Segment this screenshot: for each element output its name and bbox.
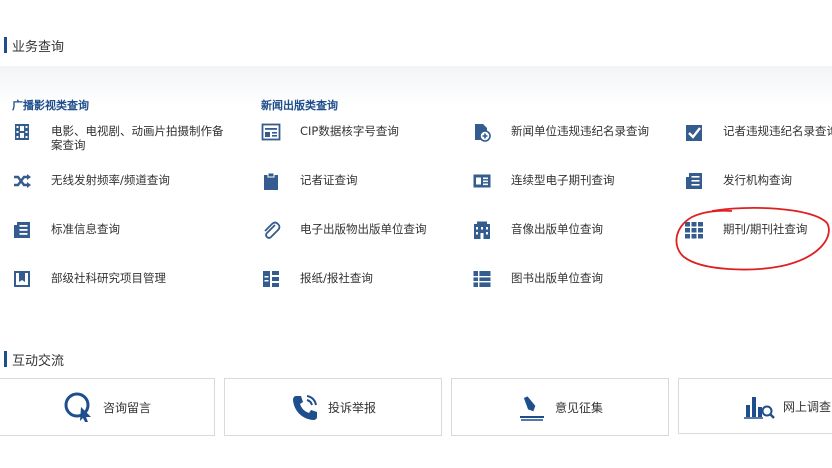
query-item-label: 电影、电视剧、动画片拍摄制作备案查询 bbox=[51, 124, 224, 152]
query-item-label: 记者证查询 bbox=[300, 173, 358, 187]
card-survey[interactable]: 网上调查 bbox=[678, 378, 832, 434]
query-item-audio-video[interactable]: 音像出版单位查询 bbox=[472, 220, 603, 240]
query-item-label: 新闻单位违规违纪名录查询 bbox=[511, 124, 649, 138]
checkbox-icon bbox=[686, 125, 702, 141]
query-item-distribution[interactable]: 发行机构查询 bbox=[684, 171, 792, 191]
query-item-news-violation[interactable]: 新闻单位违规违纪名录查询 bbox=[472, 122, 649, 142]
query-item-radio-frequency[interactable]: 无线发射频率/频道查询 bbox=[12, 171, 170, 191]
query-item-label: 期刊/期刊社查询 bbox=[723, 222, 808, 236]
card-feedback[interactable]: 意见征集 bbox=[451, 378, 669, 436]
query-item-book-publisher[interactable]: 图书出版单位查询 bbox=[472, 269, 603, 289]
card-icon bbox=[473, 174, 491, 188]
query-item-journalist-violation[interactable]: 记者违规违纪名录查询 bbox=[684, 122, 832, 142]
query-item-label: 发行机构查询 bbox=[723, 173, 792, 187]
clipboard-icon bbox=[264, 172, 278, 190]
query-item-e-journal[interactable]: 连续型电子期刊查询 bbox=[472, 171, 615, 191]
card-label: 咨询留言 bbox=[102, 400, 151, 415]
query-item-label: 记者违规违纪名录查询 bbox=[723, 124, 832, 138]
query-item-label: 报纸/报社查询 bbox=[300, 271, 373, 285]
paperclip-icon bbox=[264, 221, 281, 239]
section-accent-bar bbox=[4, 37, 7, 53]
category-broadcast-label: 广播影视类查询 bbox=[12, 99, 89, 112]
bookmark-icon bbox=[14, 271, 30, 287]
pen-icon bbox=[519, 396, 544, 421]
section-accent-bar bbox=[4, 351, 7, 367]
query-item-label: 部级社科研究项目管理 bbox=[51, 271, 166, 285]
query-item-label: 连续型电子期刊查询 bbox=[511, 173, 615, 187]
query-item-label: 无线发射频率/频道查询 bbox=[51, 173, 170, 187]
inquiry-icon bbox=[64, 392, 91, 422]
paper-icon bbox=[686, 173, 702, 189]
id-card-icon bbox=[261, 123, 281, 141]
query-item-label: 图书出版单位查询 bbox=[511, 271, 603, 285]
category-press-label: 新闻出版类查询 bbox=[261, 99, 338, 112]
query-item-film-registration[interactable]: 电影、电视剧、动画片拍摄制作备案查询 bbox=[12, 122, 226, 152]
card-complaint[interactable]: 投诉举报 bbox=[224, 378, 442, 436]
query-item-press-card[interactable]: 记者证查询 bbox=[261, 171, 358, 191]
film-icon bbox=[15, 124, 29, 140]
card-label: 网上调查 bbox=[783, 399, 832, 414]
card-inquiry[interactable]: 咨询留言 bbox=[0, 378, 215, 436]
grid-icon bbox=[685, 222, 703, 239]
query-item-research-project[interactable]: 部级社科研究项目管理 bbox=[12, 269, 166, 289]
query-item-label: CIP数据核字号查询 bbox=[300, 124, 399, 138]
query-item-label: 音像出版单位查询 bbox=[511, 222, 603, 236]
shuffle-icon bbox=[14, 174, 31, 188]
file-add-icon bbox=[475, 124, 491, 142]
query-item-label: 电子出版物出版单位查询 bbox=[300, 222, 427, 236]
query-item-cip[interactable]: CIP数据核字号查询 bbox=[261, 122, 399, 142]
section-title: 互动交流 bbox=[12, 353, 65, 369]
building-icon bbox=[474, 221, 490, 239]
card-label: 意见征集 bbox=[554, 400, 603, 415]
phone-icon bbox=[292, 395, 317, 420]
query-item-label: 标准信息查询 bbox=[51, 222, 120, 236]
card-label: 投诉举报 bbox=[327, 400, 376, 415]
survey-icon bbox=[744, 397, 775, 419]
section-title: 业务查询 bbox=[12, 39, 65, 55]
query-item-electronic-publisher[interactable]: 电子出版物出版单位查询 bbox=[261, 220, 427, 240]
section-header-interaction: 互动交流 bbox=[4, 350, 65, 369]
section-header-business-query: 业务查询 bbox=[4, 36, 65, 55]
query-item-periodical[interactable]: 期刊/期刊社查询 bbox=[684, 220, 807, 240]
newspaper-icon bbox=[263, 271, 279, 287]
document-icon bbox=[14, 222, 30, 238]
list-icon bbox=[473, 271, 491, 287]
query-item-standard-info[interactable]: 标准信息查询 bbox=[12, 220, 120, 240]
query-item-newspaper[interactable]: 报纸/报社查询 bbox=[261, 269, 373, 289]
